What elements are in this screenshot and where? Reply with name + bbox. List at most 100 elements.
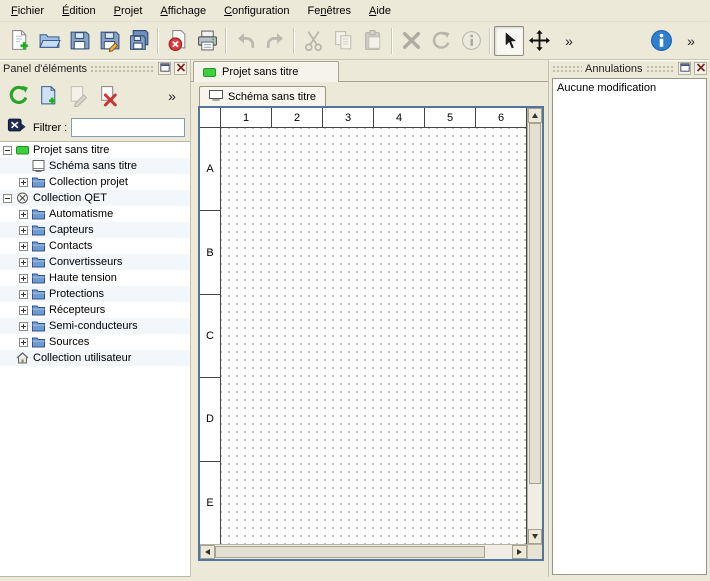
tree-item-convertisseurs[interactable]: Convertisseurs (0, 254, 190, 270)
expander-minus-icon[interactable] (3, 146, 12, 155)
about-info-button[interactable] (646, 26, 676, 56)
toolbar-separator (225, 28, 227, 54)
expander-plus-icon[interactable] (19, 226, 28, 235)
expander-plus-icon[interactable] (19, 210, 28, 219)
close-icon (696, 63, 706, 75)
menu-projet[interactable]: Projet (105, 0, 152, 21)
rotate-button (426, 26, 456, 56)
horizontal-scrollbar[interactable] (200, 544, 527, 559)
horizontal-scroll-thumb[interactable] (215, 546, 485, 558)
close-icon (176, 63, 186, 75)
expander-plus-icon[interactable] (19, 338, 28, 347)
float-panel-button[interactable] (158, 62, 171, 75)
expander-plus-icon[interactable] (19, 322, 28, 331)
schema-canvas[interactable] (221, 128, 527, 544)
tree-item-collection-utilisateur[interactable]: Collection utilisateur (0, 350, 190, 366)
scroll-left-button[interactable] (200, 545, 215, 559)
delete-element-button[interactable] (94, 82, 122, 110)
new-element-button[interactable] (34, 82, 62, 110)
folder-icon (32, 336, 45, 348)
tree-item-protections[interactable]: Protections (0, 286, 190, 302)
undo-history-list[interactable]: Aucune modification (552, 78, 707, 575)
menu-affichage[interactable]: Affichage (151, 0, 215, 21)
expander-plus-icon[interactable] (19, 306, 28, 315)
tree-item-schema-sans-titre[interactable]: Schéma sans titre (0, 158, 190, 174)
folder-icon (32, 288, 45, 300)
arrow-left-icon (205, 549, 210, 555)
dock-drag-grip[interactable] (552, 65, 582, 73)
tree-item-recepteurs[interactable]: Récepteurs (0, 302, 190, 318)
expander-plus-icon[interactable] (19, 274, 28, 283)
expander-minus-icon[interactable] (3, 194, 12, 203)
toolbar-separator (489, 28, 491, 54)
scroll-up-button[interactable] (528, 108, 542, 123)
tree-item-capteurs[interactable]: Capteurs (0, 222, 190, 238)
vertical-scroll-track[interactable] (528, 123, 542, 529)
overflow-chevron-icon[interactable]: » (554, 26, 584, 56)
tree-item-label: Capteurs (49, 224, 94, 236)
overflow-chevron-icon[interactable]: » (158, 82, 186, 110)
ruler-row-label: E (200, 462, 220, 544)
tree-item-projet-sans-titre[interactable]: Projet sans titre (0, 142, 190, 158)
qet-collection-icon (16, 192, 29, 204)
ruler-columns: 123456 (221, 108, 527, 128)
project-tabbar: Projet sans titre (191, 60, 548, 82)
tree-item-label: Sources (49, 336, 89, 348)
schema-tabbar: Schéma sans titre (198, 85, 544, 106)
undo-empty-text: Aucune modification (557, 82, 702, 94)
menu-fenetres[interactable]: Fenêtres (299, 0, 360, 21)
delete-button (396, 26, 426, 56)
float-panel-button[interactable] (678, 62, 691, 75)
reload-button[interactable] (4, 82, 32, 110)
expander-plus-icon[interactable] (19, 290, 28, 299)
overflow-chevron-icon[interactable]: » (676, 26, 706, 56)
scroll-down-button[interactable] (528, 529, 542, 544)
print-button[interactable] (192, 26, 222, 56)
project-icon (203, 68, 216, 77)
save-as-button[interactable] (94, 26, 124, 56)
select-arrow-button[interactable] (494, 26, 524, 56)
expander-plus-icon[interactable] (19, 258, 28, 267)
close-panel-button[interactable] (174, 62, 187, 75)
move-mode-button[interactable] (524, 26, 554, 56)
save-button[interactable] (64, 26, 94, 56)
filter-label: Filtrer : (33, 122, 67, 134)
tree-item-label: Contacts (49, 240, 92, 252)
clear-filter-button[interactable] (5, 116, 29, 140)
menu-fichier[interactable]: Fichier (2, 0, 53, 21)
filter-input[interactable] (71, 118, 185, 137)
open-document-button[interactable] (34, 26, 64, 56)
ruler-row-label: C (200, 295, 220, 378)
tree-item-collection-projet[interactable]: Collection projet (0, 174, 190, 190)
vertical-scroll-thumb[interactable] (529, 123, 541, 484)
tree-item-automatisme[interactable]: Automatisme (0, 206, 190, 222)
tab-schema[interactable]: Schéma sans titre (199, 86, 326, 106)
tree-item-contacts[interactable]: Contacts (0, 238, 190, 254)
menu-configuration[interactable]: Configuration (215, 0, 298, 21)
folder-icon (32, 304, 45, 316)
vertical-scrollbar[interactable] (527, 108, 542, 544)
close-panel-button[interactable] (694, 62, 707, 75)
tree-item-haute-tension[interactable]: Haute tension (0, 270, 190, 286)
dock-drag-grip[interactable] (646, 65, 676, 73)
menu-edition[interactable]: Édition (53, 0, 105, 21)
tab-project[interactable]: Projet sans titre (193, 61, 339, 82)
tree-item-sources[interactable]: Sources (0, 334, 190, 350)
project-tab-label: Projet sans titre (222, 66, 298, 78)
menu-aide[interactable]: Aide (360, 0, 400, 21)
tree-item-label: Haute tension (49, 272, 117, 284)
close-document-button[interactable] (162, 26, 192, 56)
tree-item-collection-qet[interactable]: Collection QET (0, 190, 190, 206)
expander-plus-icon[interactable] (19, 178, 28, 187)
tree-item-semi-conducteurs[interactable]: Semi-conducteurs (0, 318, 190, 334)
expander-plus-icon[interactable] (19, 242, 28, 251)
horizontal-scroll-track[interactable] (215, 545, 512, 559)
schema-view: 123456 ABCDE (198, 106, 544, 561)
ruler-column-label: 4 (374, 108, 425, 127)
save-all-button[interactable] (124, 26, 154, 56)
dock-drag-grip[interactable] (90, 65, 155, 73)
main-toolbar: »» (0, 22, 710, 60)
ruler-column-label: 6 (476, 108, 526, 127)
scroll-right-button[interactable] (512, 545, 527, 559)
new-document-button[interactable] (4, 26, 34, 56)
